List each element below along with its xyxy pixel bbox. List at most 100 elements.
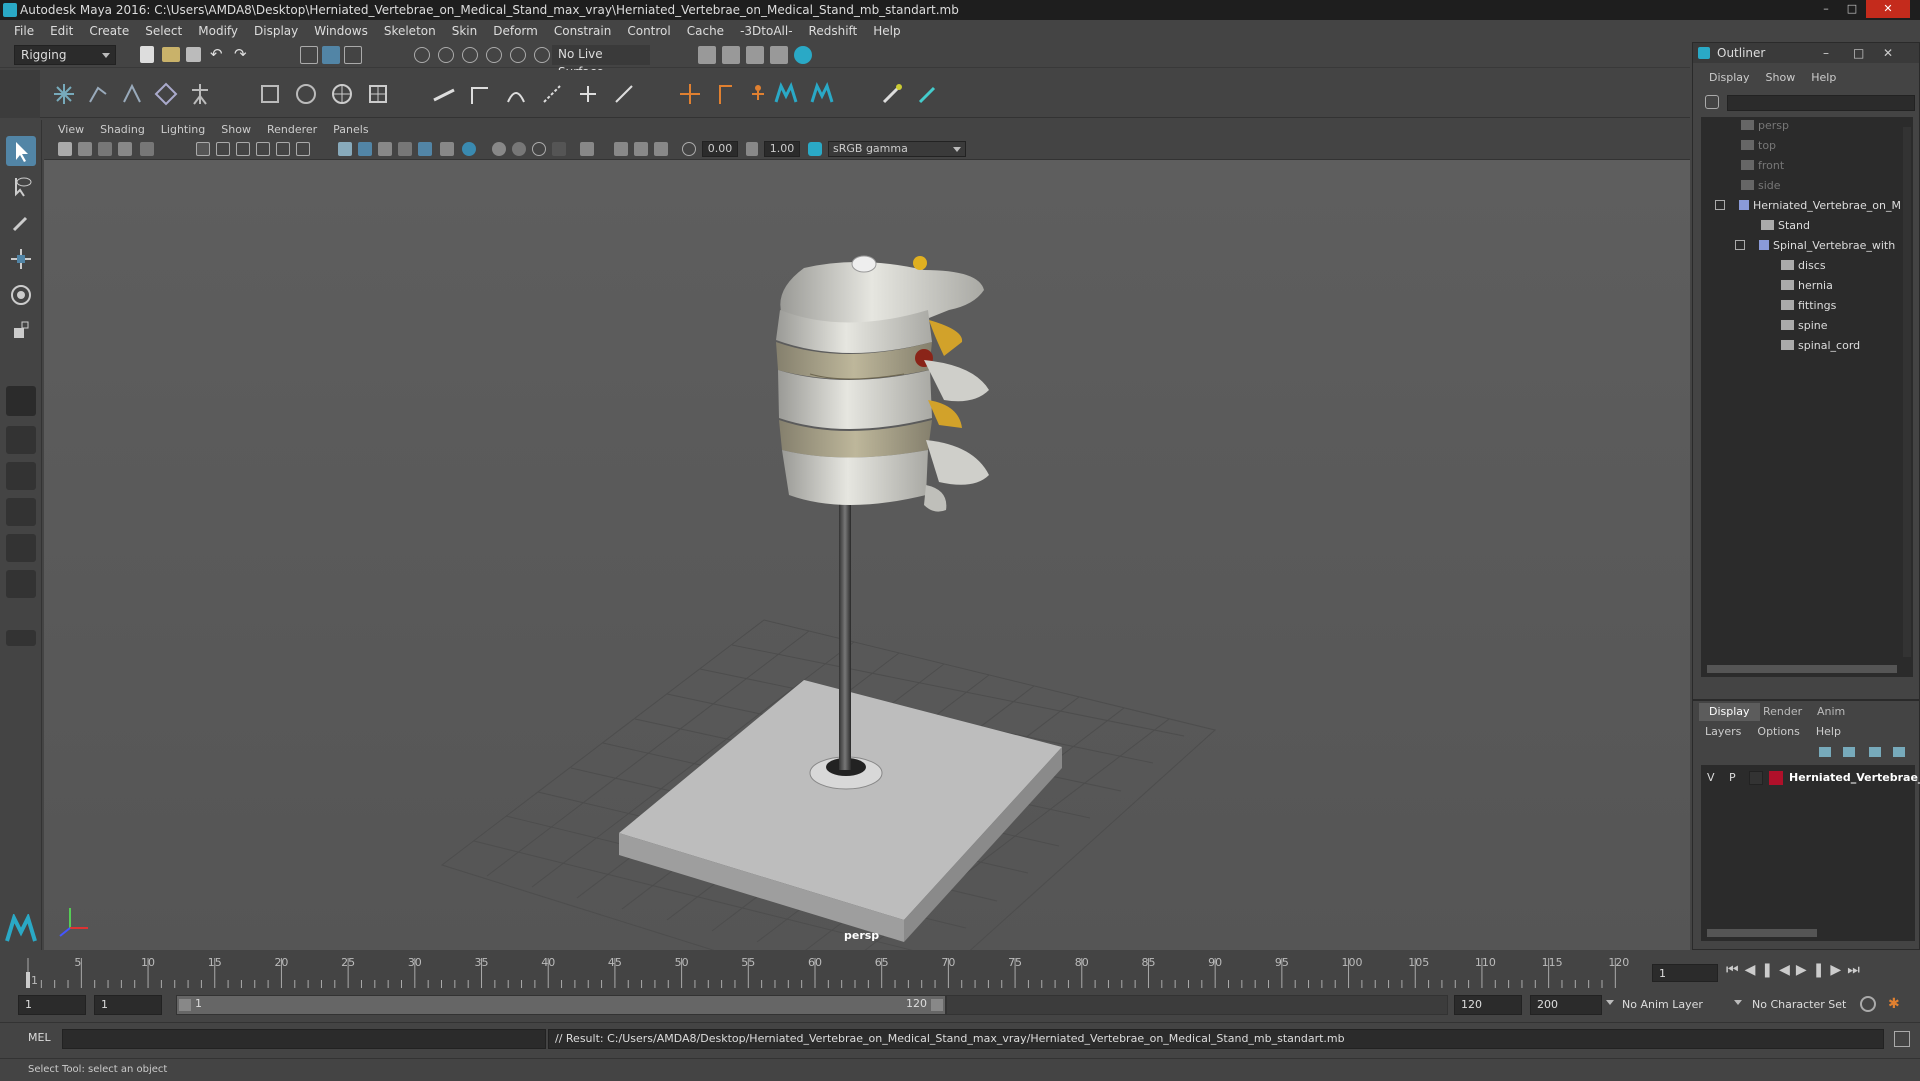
shadows-icon[interactable] [462,142,476,156]
tab-anim[interactable]: Anim [1807,703,1855,721]
step-forward-frame-icon[interactable]: ❚ [1813,962,1825,978]
wireframe-icon[interactable] [338,142,352,156]
outliner-menu-show[interactable]: Show [1758,71,1804,89]
wireframe-on-shaded-icon[interactable] [398,142,412,156]
open-scene-icon[interactable] [162,47,180,62]
set-driven-key-icon[interactable] [712,80,740,108]
layer-playback-toggle[interactable]: P [1729,771,1736,784]
isolate-select-icon[interactable] [580,142,594,156]
mirror-joint-icon[interactable] [152,80,180,108]
vp-menu-show[interactable]: Show [213,123,259,136]
snap-surface-icon[interactable] [510,47,526,63]
xray-active-icon[interactable] [634,142,648,156]
menu-create[interactable]: Create [81,24,137,38]
scale-constraint-icon[interactable] [574,80,602,108]
maya-logo-shelf-icon[interactable] [772,80,800,108]
xray-joints-icon[interactable] [654,142,668,156]
gate-mask-icon[interactable] [256,142,270,156]
2d-pan-zoom-icon[interactable] [140,142,154,156]
gamma-field[interactable]: 1.00 [764,141,800,157]
snap-curve-icon[interactable] [438,47,454,63]
start-time-field[interactable]: 1 [18,995,86,1015]
save-scene-icon[interactable] [186,47,201,62]
resolution-gate-icon[interactable] [236,142,250,156]
outliner-item[interactable]: Stand [1761,217,1810,235]
snap-grid-icon[interactable] [414,47,430,63]
render-settings-icon[interactable] [698,46,716,64]
menu-skin[interactable]: Skin [444,24,486,38]
menu-display[interactable]: Display [246,24,306,38]
collapse-icon[interactable] [1715,200,1725,210]
camera-select-icon[interactable] [58,142,72,156]
command-input[interactable] [62,1029,546,1049]
bookmark-icon[interactable] [98,142,112,156]
lasso-tool-icon[interactable] [6,172,36,202]
use-all-lights-icon[interactable] [440,142,454,156]
live-surface-field[interactable]: No Live Surface [552,45,650,79]
vp-menu-lighting[interactable]: Lighting [153,123,213,136]
animation-preferences-icon[interactable]: ✱ [1888,996,1904,1012]
vp-menu-panels[interactable]: Panels [325,123,376,136]
menu-deform[interactable]: Deform [485,24,546,38]
move-layer-up-icon[interactable] [1819,747,1831,757]
go-to-start-icon[interactable]: ⏮ [1726,962,1739,978]
parent-constraint-icon[interactable] [466,80,494,108]
character-set-dropdown[interactable]: No Character Set [1752,995,1862,1015]
script-editor-icon[interactable] [1894,1031,1910,1047]
outliner-item[interactable]: fittings [1781,297,1836,315]
snap-vertex-icon[interactable] [534,47,550,63]
move-tool-icon[interactable] [6,244,36,274]
persp-outliner-layout-icon[interactable] [6,534,36,562]
paint-weights-icon[interactable] [328,80,356,108]
motion-blur-icon[interactable] [512,142,526,156]
outliner-item[interactable]: spinal_cord [1781,337,1860,355]
select-tool-icon[interactable] [6,136,36,166]
image-plane-icon[interactable] [118,142,132,156]
vp-menu-shading[interactable]: Shading [92,123,153,136]
snap-point-icon[interactable] [462,47,478,63]
outliner-search-input[interactable] [1727,95,1915,111]
shelf-tabs-toggle[interactable] [0,70,40,118]
gamma-icon[interactable] [746,142,758,156]
new-layer-selected-icon[interactable] [1893,747,1905,757]
step-forward-key-icon[interactable]: ▶ [1830,962,1841,978]
aim-constraint-icon[interactable] [610,80,638,108]
layer-type-toggle[interactable] [1749,771,1763,785]
rotate-tool-icon[interactable] [6,280,36,310]
locator-icon[interactable] [676,80,704,108]
outliner-hscrollbar[interactable] [1707,665,1897,673]
select-object-icon[interactable] [322,46,340,64]
hypershade-layout-icon[interactable] [6,570,36,598]
layers-menu-options[interactable]: Options [1749,725,1807,738]
auto-key-icon[interactable] [1860,996,1876,1012]
exposure-field[interactable]: 0.00 [702,141,738,157]
default-material-icon[interactable] [378,142,392,156]
anim-layer-dropdown[interactable]: No Anim Layer [1622,995,1742,1015]
menu-modify[interactable]: Modify [190,24,246,38]
new-layer-icon[interactable] [1869,747,1881,757]
step-back-frame-icon[interactable]: ❚ [1761,962,1773,978]
vp-menu-renderer[interactable]: Renderer [259,123,325,136]
spinal-vertebrae-model[interactable] [776,255,989,512]
menu-redshift[interactable]: Redshift [801,24,866,38]
tab-display[interactable]: Display [1699,703,1760,721]
menu-help[interactable]: Help [865,24,908,38]
outliner-item[interactable]: spine [1781,317,1828,335]
outliner-menu-display[interactable]: Display [1701,71,1758,89]
lattice-icon[interactable] [364,80,392,108]
paint-tool-icon[interactable] [878,80,906,108]
layer-hscrollbar[interactable] [1707,929,1817,937]
outliner-minimize-button[interactable]: – [1823,43,1829,63]
two-view-layout-icon[interactable] [6,462,36,490]
go-to-end-icon[interactable]: ⏭ [1847,962,1860,978]
end-time-field[interactable]: 200 [1530,995,1602,1015]
menu-cache[interactable]: Cache [679,24,732,38]
step-back-key-icon[interactable]: ◀ [1745,962,1756,978]
snap-view-plane-icon[interactable] [486,47,502,63]
outliner-close-button[interactable]: ✕ [1883,43,1893,63]
orient-constraint-icon[interactable] [538,80,566,108]
single-view-layout-icon[interactable] [6,386,36,416]
range-handle-end[interactable] [931,999,943,1011]
playback-end-field[interactable]: 120 [1454,995,1522,1015]
safe-action-icon[interactable] [296,142,310,156]
